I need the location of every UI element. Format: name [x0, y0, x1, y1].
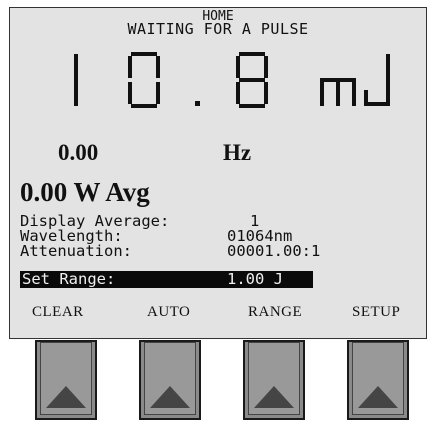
frequency-value: 0.00: [58, 140, 99, 165]
reading-digit-1: [65, 52, 87, 108]
reading-digit-8: [235, 52, 269, 108]
softkey-label-auto: AUTO: [147, 304, 191, 320]
up-arrow-icon: [46, 386, 86, 408]
up-arrow-icon: [254, 386, 294, 408]
auto-button[interactable]: [139, 340, 201, 420]
info-value-wavelength: 01064nm: [227, 227, 293, 245]
selected-value-set-range: 1.00 J: [227, 270, 283, 288]
softkey-label-clear: CLEAR: [32, 304, 84, 320]
info-value-display-average: 1: [250, 212, 260, 230]
reading-digit-0: [127, 52, 161, 108]
clear-button[interactable]: [35, 340, 97, 420]
reading-unit: mJ: [318, 52, 408, 108]
info-value-attenuation: 00001.00:1: [227, 242, 321, 260]
up-arrow-icon: [150, 386, 190, 408]
info-label-attenuation: Attenuation:: [20, 242, 132, 260]
average-power: 0.00 W Avg: [20, 177, 150, 207]
range-button[interactable]: [243, 340, 305, 420]
reading-decimal-point: [193, 52, 203, 108]
info-label-wavelength: Wavelength:: [20, 227, 123, 245]
setup-button[interactable]: [347, 340, 409, 420]
softkey-label-setup: SETUP: [352, 304, 401, 320]
reading-unit-text: mJ: [318, 52, 320, 53]
info-label-display-average: Display Average:: [20, 212, 170, 230]
frequency-unit: Hz: [223, 140, 252, 165]
lcd-screen: HOME WAITING FOR A PULSE mJ 0.00 Hz 0.00…: [9, 7, 427, 339]
up-arrow-icon: [358, 386, 398, 408]
status-message: WAITING FOR A PULSE: [127, 20, 309, 38]
softkey-label-range: RANGE: [248, 304, 303, 320]
selected-label-set-range: Set Range:: [22, 270, 116, 288]
